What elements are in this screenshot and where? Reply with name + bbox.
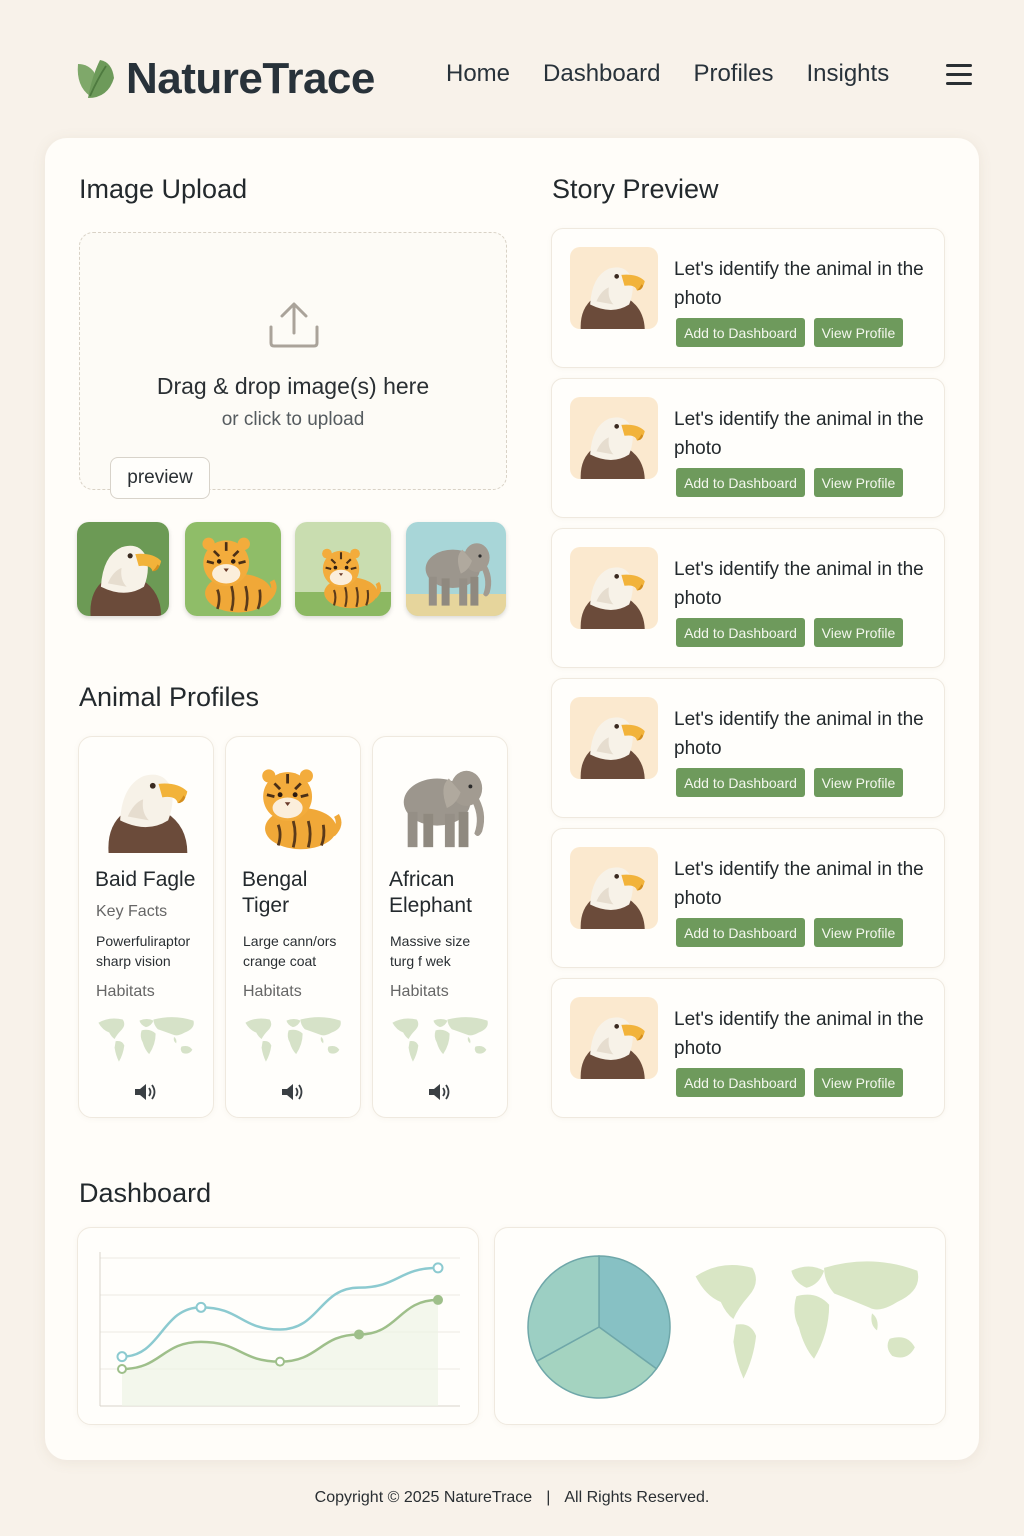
- data-point: [433, 1294, 443, 1305]
- hamburger-menu-icon[interactable]: [946, 64, 972, 86]
- image-dropzone[interactable]: Drag & drop image(s) here or click to up…: [79, 232, 507, 499]
- elephant-image: [403, 770, 485, 848]
- thumbnail-tiger[interactable]: [185, 522, 281, 616]
- app-header: NatureTrace Home Dashboard Profiles Insi…: [0, 0, 1024, 140]
- habitats-label: Habitats: [390, 983, 449, 1000]
- profiles-section-title: Animal Profiles: [79, 682, 260, 712]
- story-card: Let's identify the animal in the photo A…: [551, 378, 945, 518]
- speaker-icon[interactable]: [133, 1081, 159, 1103]
- habitat-map: [93, 1011, 201, 1067]
- profile-name: Bengal Tiger: [242, 868, 308, 917]
- world-map: [683, 1248, 935, 1390]
- dropzone-subtext: or click to upload: [221, 409, 365, 430]
- story-card: Let's identify the animal in the photo A…: [551, 678, 945, 818]
- data-point: [275, 1356, 285, 1367]
- habitat-map: [240, 1011, 348, 1067]
- page-footer: Copyright © 2025 NatureTrace | All Rights …: [0, 1489, 1024, 1507]
- view-profile-button[interactable]: View Profile: [814, 768, 903, 797]
- habitats-label: Habitats: [96, 983, 155, 1000]
- story-eagle-image: [570, 847, 658, 929]
- profile-fact: crange coat: [243, 953, 317, 969]
- habitat-map: [387, 1011, 495, 1067]
- profile-name: African Elephant: [389, 868, 472, 917]
- nav-insights[interactable]: Insights: [806, 60, 889, 88]
- story-text: Let's identify the animal in the photo: [674, 859, 924, 909]
- data-point: [354, 1329, 364, 1340]
- data-point: [432, 1262, 444, 1274]
- view-profile-button[interactable]: View Profile: [814, 1068, 903, 1097]
- story-eagle-image: [570, 697, 658, 779]
- nav-profiles[interactable]: Profiles: [693, 60, 773, 88]
- upload-icon: [269, 302, 319, 348]
- pie-chart: [527, 1255, 671, 1399]
- profile-fact: Large cann/ors: [243, 933, 337, 949]
- story-eagle-image: [570, 397, 658, 479]
- story-card: Let's identify the animal in the photo A…: [551, 228, 945, 368]
- tiger-image: [236, 751, 352, 857]
- view-profile-button[interactable]: View Profile: [814, 468, 903, 497]
- app-name: NatureTrace: [126, 54, 375, 103]
- add-to-dashboard-button[interactable]: Add to Dashboard: [676, 1068, 805, 1097]
- story-section-title: Story Preview: [552, 174, 719, 204]
- nav-home[interactable]: Home: [446, 60, 510, 88]
- upload-section-title: Image Upload: [79, 174, 248, 204]
- dropzone-instruction: Drag & drop image(s) here: [156, 373, 430, 399]
- add-to-dashboard-button[interactable]: Add to Dashboard: [676, 318, 805, 347]
- add-to-dashboard-button[interactable]: Add to Dashboard: [676, 918, 805, 947]
- view-profile-button[interactable]: View Profile: [814, 918, 903, 947]
- story-card: Let's identify the animal in the photo A…: [551, 978, 945, 1118]
- profile-card-tiger[interactable]: Bengal Tiger Large cann/ors crange coat …: [225, 736, 361, 1118]
- story-text: Let's identify the animal in the photo: [674, 709, 924, 759]
- app-logo[interactable]: NatureTrace: [74, 54, 375, 104]
- rights-text: All Rights Reserved.: [564, 1489, 710, 1506]
- profile-fact: turg f wek: [390, 953, 451, 969]
- data-point: [195, 1301, 207, 1313]
- profile-card-eagle[interactable]: Baid Fagle Key Facts Powerfuliraptor sha…: [78, 736, 214, 1118]
- nav-dashboard[interactable]: Dashboard: [543, 60, 660, 88]
- story-text: Let's identify the animal in the photo: [674, 559, 924, 609]
- habitats-label: Habitats: [243, 983, 302, 1000]
- line-chart: [99, 1252, 460, 1407]
- profile-fact: Massive size: [390, 933, 471, 949]
- main-nav: Home Dashboard Profiles Insights: [446, 60, 922, 88]
- data-point: [117, 1364, 127, 1374]
- speaker-icon[interactable]: [280, 1081, 306, 1103]
- story-text: Let's identify the animal in the photo: [674, 409, 924, 459]
- profile-fact: Powerfuliraptor: [96, 933, 191, 949]
- story-text: Let's identify the animal in the photo: [674, 1009, 924, 1059]
- profile-card-elephant[interactable]: African Elephant Massive size turg f wek…: [372, 736, 508, 1118]
- story-eagle-image: [570, 247, 658, 329]
- series-area: [122, 1299, 438, 1406]
- data-point: [116, 1351, 128, 1363]
- distribution-card: [494, 1227, 946, 1425]
- story-eagle-image: [570, 547, 658, 629]
- story-card: Let's identify the animal in the photo A…: [551, 828, 945, 968]
- dashboard-section-title: Dashboard: [79, 1178, 212, 1208]
- add-to-dashboard-button[interactable]: Add to Dashboard: [676, 468, 805, 497]
- leaf-icon: [77, 60, 114, 98]
- key-facts-label: Key Facts: [96, 903, 168, 920]
- story-card: Let's identify the animal in the photo A…: [551, 528, 945, 668]
- copyright-text: Copyright © 2025 NatureTrace: [314, 1489, 533, 1506]
- footer-separator: |: [546, 1489, 551, 1506]
- speaker-icon[interactable]: [427, 1081, 453, 1103]
- profile-fact: sharp vision: [96, 953, 171, 969]
- profile-name: Baid Fagle: [95, 868, 196, 891]
- add-to-dashboard-button[interactable]: Add to Dashboard: [676, 618, 805, 647]
- story-text: Let's identify the animal in the photo: [674, 259, 924, 309]
- line-chart-card: [77, 1227, 479, 1425]
- eagle-image: [108, 774, 188, 853]
- thumbnail-elephant[interactable]: [406, 522, 506, 616]
- preview-button[interactable]: preview: [110, 457, 210, 499]
- main-panel: Image Upload Drag & drop image(s) here o…: [45, 138, 979, 1460]
- thumbnail-eagle[interactable]: [77, 522, 169, 616]
- thumbnail-tiger-grass[interactable]: [295, 522, 391, 616]
- view-profile-button[interactable]: View Profile: [814, 618, 903, 647]
- view-profile-button[interactable]: View Profile: [814, 318, 903, 347]
- story-eagle-image: [570, 997, 658, 1079]
- add-to-dashboard-button[interactable]: Add to Dashboard: [676, 768, 805, 797]
